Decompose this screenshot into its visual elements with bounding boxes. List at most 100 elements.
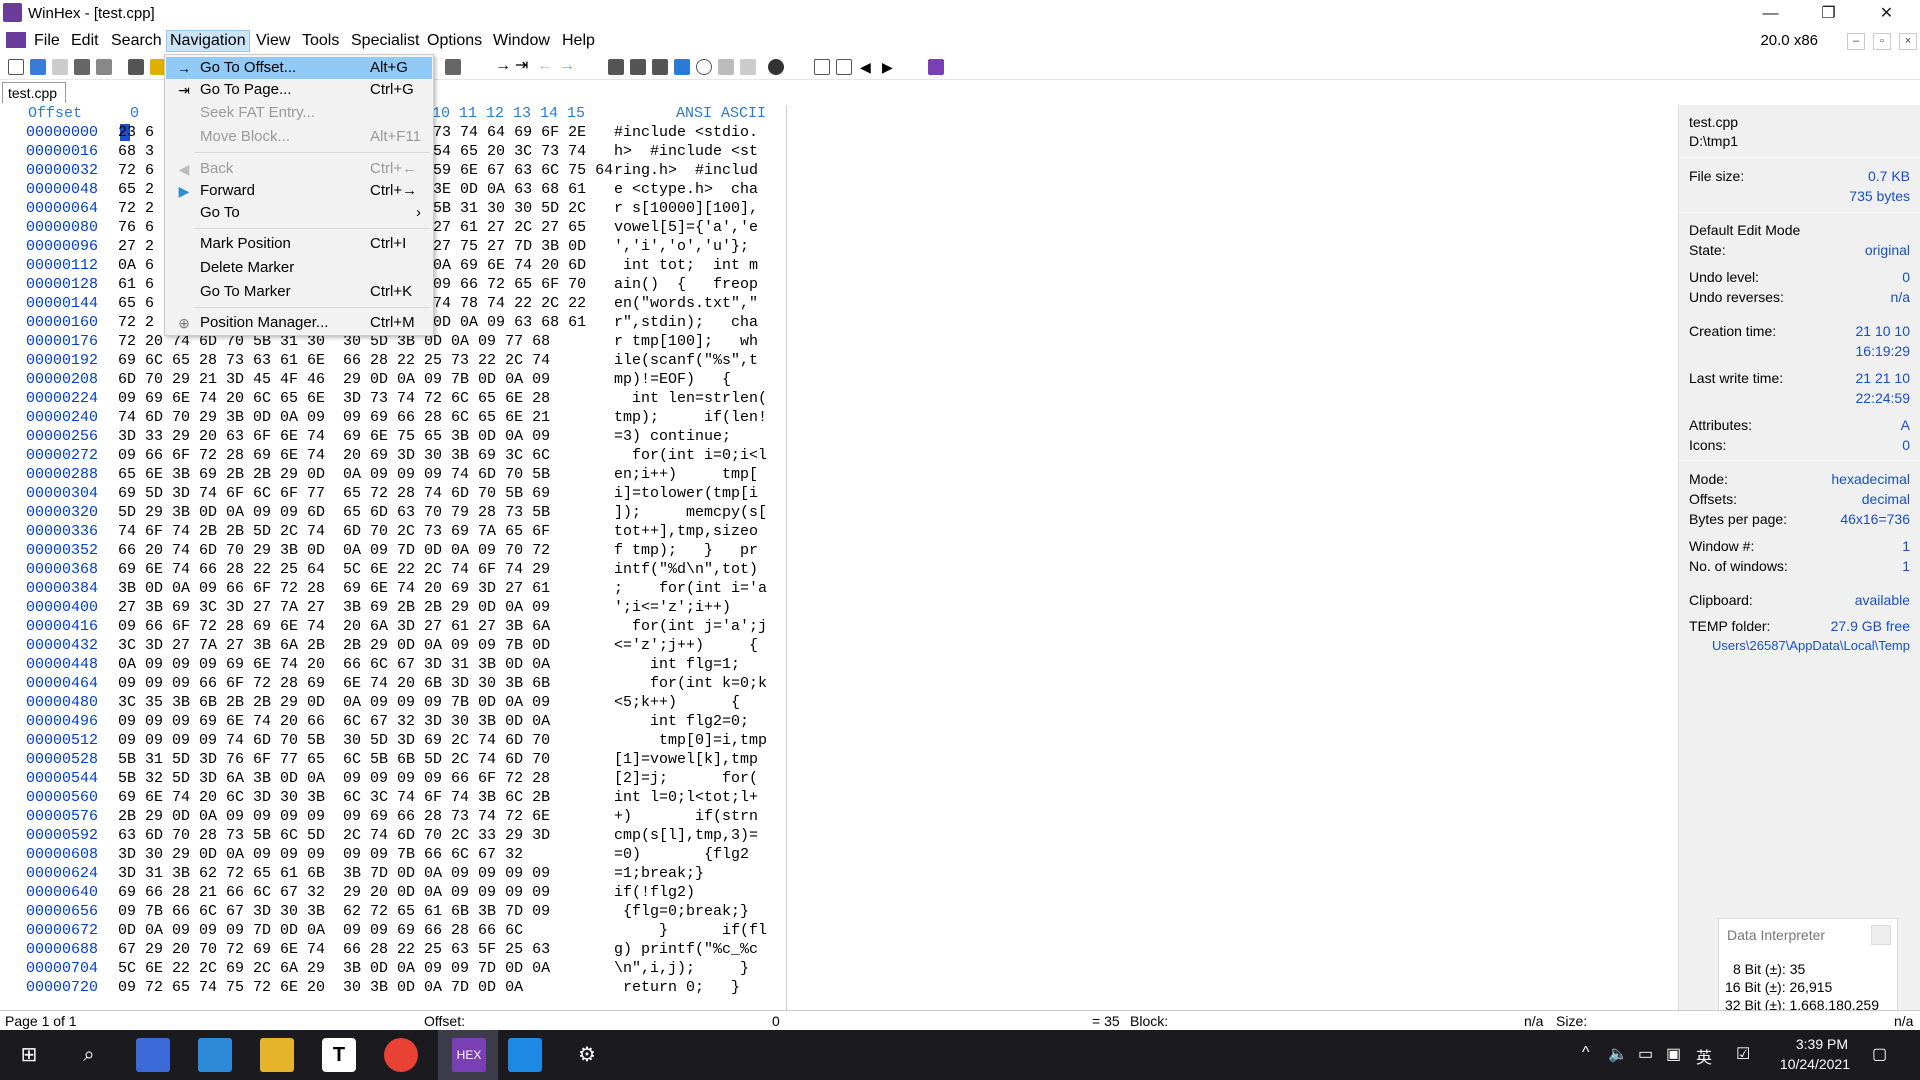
ansi-row[interactable]: en("words.txt"," [614, 294, 784, 313]
search-icon[interactable]: ⌕ [72, 1038, 106, 1072]
windows-start-icon[interactable]: ⊞ [12, 1038, 46, 1072]
ansi-row[interactable]: h> #include <st [614, 142, 784, 161]
menu-navigation[interactable]: Navigation [166, 30, 250, 52]
menu-item-go-to-page[interactable]: ⇥ Go To Page... Ctrl+G [166, 79, 432, 101]
tray-chevron-icon[interactable]: ^ [1582, 1044, 1590, 1062]
ansi-row[interactable]: return 0; } [614, 978, 784, 997]
hex-row[interactable]: 63 6D 70 28 73 5B 6C 5D 2C 74 6D 70 2C 3… [118, 826, 608, 845]
clipboard-icon[interactable] [128, 59, 144, 75]
hex-row[interactable]: 69 6E 74 66 28 22 25 64 5C 6E 22 2C 74 6… [118, 560, 608, 579]
ansi-row[interactable]: int tot; int m [614, 256, 784, 275]
ansi-row[interactable]: =3) continue; [614, 427, 784, 446]
disk-tool-icon[interactable] [608, 59, 624, 75]
grid-icon[interactable] [836, 59, 852, 75]
ansi-row[interactable]: int flg2=0; [614, 712, 784, 731]
ansi-row[interactable]: r tmp[100]; wh [614, 332, 784, 351]
volume-icon[interactable]: 🔈 [1608, 1044, 1628, 1064]
hex-row[interactable]: 3D 31 3B 62 72 65 61 6B 3B 7D 0D 0A 09 0… [118, 864, 608, 883]
menu-file[interactable]: File [31, 32, 63, 50]
ansi-row[interactable]: tmp[0]=i,tmp [614, 731, 784, 750]
hex-row[interactable]: 69 6C 65 28 73 63 61 6E 66 28 22 25 73 2… [118, 351, 608, 370]
forward-icon[interactable]: → [559, 58, 575, 75]
hand-icon[interactable] [740, 59, 756, 75]
hex-row[interactable]: 5D 29 3B 0D 0A 09 09 6D 65 6D 63 70 79 2… [118, 503, 608, 522]
tab-test-cpp[interactable]: test.cpp [2, 82, 66, 103]
disk-tool-2-icon[interactable] [630, 59, 646, 75]
ansi-row[interactable]: f tmp); } pr [614, 541, 784, 560]
battery-icon[interactable]: ▭ [1638, 1044, 1653, 1064]
ansi-text-column[interactable]: #include <stdio. h> #include <st ring.h> #… [614, 123, 784, 997]
template-icon[interactable] [814, 59, 830, 75]
menu-item-position-manager[interactable]: ⊕ Position Manager... Ctrl+M [166, 312, 432, 334]
hex-row[interactable]: 69 5D 3D 74 6F 6C 6F 77 65 72 28 74 6D 7… [118, 484, 608, 503]
close-icon[interactable] [1871, 925, 1891, 945]
clock-date[interactable]: 10/24/2021 [1780, 1056, 1850, 1072]
ansi-row[interactable]: ile(scanf("%s",t [614, 351, 784, 370]
menu-options[interactable]: Options [424, 32, 485, 50]
menu-item-go-to[interactable]: Go To › [166, 202, 432, 224]
network-icon[interactable]: ▣ [1666, 1044, 1681, 1064]
ansi-row[interactable]: tot++],tmp,sizeo [614, 522, 784, 541]
calculator-icon[interactable] [768, 59, 784, 75]
file-explorer-icon[interactable] [260, 1038, 294, 1072]
ansi-row[interactable]: i]=tolower(tmp[i [614, 484, 784, 503]
hex-row[interactable]: 3B 0D 0A 09 66 6F 72 28 69 6E 74 20 69 3… [118, 579, 608, 598]
disk-icon[interactable] [445, 59, 461, 75]
hex-row[interactable]: 09 09 09 69 6E 74 20 66 6C 67 32 3D 30 3… [118, 712, 608, 731]
mdi-restore-button[interactable]: ▫ [1873, 33, 1891, 50]
ansi-row[interactable]: =0) {flg2 [614, 845, 784, 864]
ansi-row[interactable]: ]); memcpy(s[ [614, 503, 784, 522]
typora-icon[interactable]: T [322, 1038, 356, 1072]
ansi-row[interactable]: if(!flg2) [614, 883, 784, 902]
hex-row[interactable]: 09 66 6F 72 28 69 6E 74 20 6A 3D 27 61 2… [118, 617, 608, 636]
ansi-row[interactable]: vowel[5]={'a','e [614, 218, 784, 237]
mdi-close-button[interactable]: × [1899, 33, 1917, 50]
ansi-row[interactable]: [1]=vowel[k],tmp [614, 750, 784, 769]
ansi-row[interactable]: \n",i,j); } [614, 959, 784, 978]
hex-row[interactable]: 0A 09 09 09 69 6E 74 20 66 6C 67 3D 31 3… [118, 655, 608, 674]
disk-tool-3-icon[interactable] [652, 59, 668, 75]
ansi-row[interactable]: r",stdin); cha [614, 313, 784, 332]
hex-row[interactable]: 3C 35 3B 6B 2B 2B 29 0D 0A 09 09 09 7B 0… [118, 693, 608, 712]
hex-row[interactable]: 69 66 28 21 66 6C 67 32 29 20 0D 0A 09 0… [118, 883, 608, 902]
hex-row[interactable]: 74 6D 70 29 3B 0D 0A 09 09 69 66 28 6C 6… [118, 408, 608, 427]
hex-row[interactable]: 0D 0A 09 09 09 7D 0D 0A 09 09 69 66 28 6… [118, 921, 608, 940]
back-icon[interactable]: ← [537, 58, 553, 75]
ansi-row[interactable]: ','i','o','u'}; [614, 237, 784, 256]
ansi-row[interactable]: ring.h> #includ [614, 161, 784, 180]
ansi-row[interactable]: ain() { freop [614, 275, 784, 294]
hex-row[interactable]: 5C 6E 22 2C 69 2C 6A 29 3B 0D 0A 09 09 7… [118, 959, 608, 978]
new-file-icon[interactable] [8, 59, 24, 75]
minimize-button[interactable]: — [1742, 0, 1799, 28]
menu-item-go-to-offset[interactable]: → Go To Offset... Alt+G [166, 57, 432, 79]
save-icon[interactable] [52, 59, 68, 75]
ansi-row[interactable]: tmp); if(len! [614, 408, 784, 427]
ansi-row[interactable]: en;i++) tmp[ [614, 465, 784, 484]
ansi-row[interactable]: +) if(strn [614, 807, 784, 826]
menu-item-forward[interactable]: ▶ Forward Ctrl+→ [166, 180, 432, 202]
document-menu-icon[interactable] [6, 32, 26, 48]
ansi-row[interactable]: e <ctype.h> cha [614, 180, 784, 199]
mdi-minimize-button[interactable]: – [1847, 33, 1865, 50]
print-icon[interactable] [74, 59, 90, 75]
ansi-row[interactable]: mp)!=EOF) { [614, 370, 784, 389]
menu-item-delete-marker[interactable]: Delete Marker [166, 257, 432, 279]
menu-window[interactable]: Window [490, 32, 553, 50]
zoom-icon[interactable] [696, 59, 712, 75]
menu-item-go-to-marker[interactable]: Go To Marker Ctrl+K [166, 281, 432, 303]
hex-row[interactable]: 27 3B 69 3C 3D 27 7A 27 3B 69 2B 2B 29 0… [118, 598, 608, 617]
ansi-row[interactable]: } if(fl [614, 921, 784, 940]
next-marker-icon[interactable]: ▶ [882, 59, 898, 75]
hex-row[interactable]: 3D 33 29 20 63 6F 6E 74 69 6E 75 65 3B 0… [118, 427, 608, 446]
store-icon[interactable] [136, 1038, 170, 1072]
hex-row[interactable]: 09 66 6F 72 28 69 6E 74 20 69 3D 30 3B 6… [118, 446, 608, 465]
info-icon[interactable] [718, 59, 734, 75]
hex-row[interactable]: 09 7B 66 6C 67 3D 30 3B 62 72 65 61 6B 3… [118, 902, 608, 921]
ansi-row[interactable]: for(int j='a';j [614, 617, 784, 636]
properties-icon[interactable] [96, 59, 112, 75]
hex-row[interactable]: 3C 3D 27 7A 27 3B 6A 2B 2B 29 0D 0A 09 0… [118, 636, 608, 655]
clock-time[interactable]: 3:39 PM [1796, 1036, 1848, 1052]
menu-edit[interactable]: Edit [68, 32, 102, 50]
settings-gear-icon[interactable]: ⚙ [570, 1038, 604, 1072]
menu-help[interactable]: Help [559, 32, 598, 50]
